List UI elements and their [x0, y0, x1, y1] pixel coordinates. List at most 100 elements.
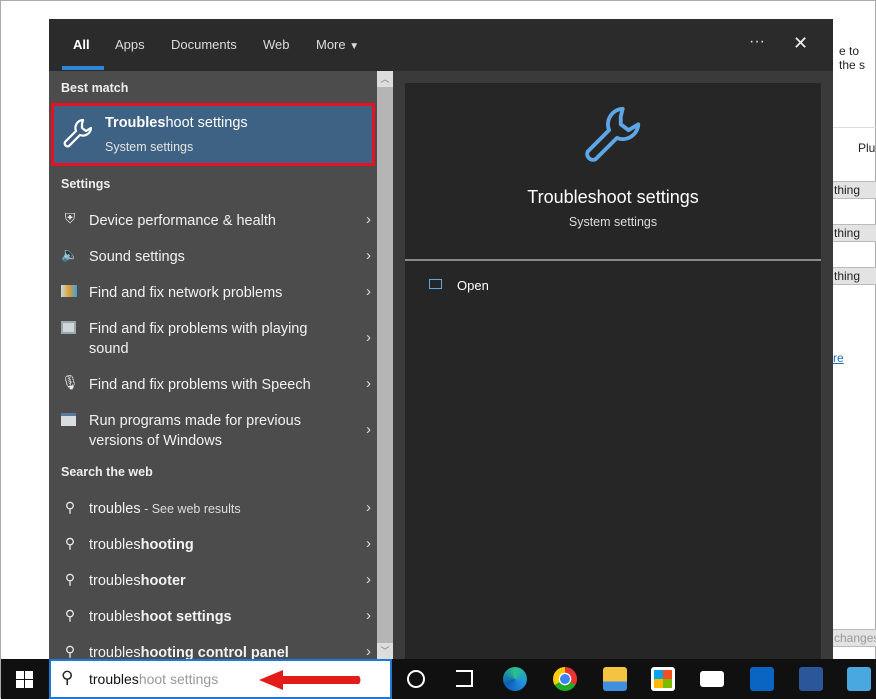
web-suggestion[interactable]: ⚲ troubleshooting control panel ›	[49, 639, 377, 659]
item-label: troubles - See web results	[89, 499, 241, 519]
chevron-right-icon: ›	[366, 283, 371, 300]
best-match-subtitle: System settings	[105, 140, 194, 154]
speaker-icon: 🔈	[61, 246, 79, 262]
background-link[interactable]: re	[833, 351, 844, 365]
search-icon: ⚲	[64, 499, 76, 515]
chevron-right-icon: ›	[366, 535, 371, 552]
web-suggestion[interactable]: ⚲ troubleshoot settings ›	[49, 603, 377, 635]
shield-icon: ⛨	[64, 210, 76, 226]
search-icon: ⚲	[64, 571, 76, 587]
preview-subtitle: System settings	[568, 215, 658, 229]
tab-apps[interactable]: Apps	[115, 37, 145, 52]
settings-item[interactable]: Find and fix problems with playing sound ›	[49, 315, 377, 367]
background-button[interactable]: thing	[827, 224, 876, 242]
web-suggestion[interactable]: ⚲ troubleshooter ›	[49, 567, 377, 599]
search-icon: ⚲	[64, 607, 76, 623]
chevron-right-icon: ›	[366, 247, 371, 264]
preview-title: Troubleshoot settings	[527, 187, 699, 207]
item-label: troubleshooter	[89, 571, 186, 591]
web-suggestion[interactable]: ⚲ troubleshooting ›	[49, 531, 377, 563]
windows-start-icon[interactable]	[16, 671, 33, 688]
best-match-title: Troubleshoot settings	[105, 115, 248, 131]
settings-item[interactable]: ⛨ Device performance & health ›	[49, 207, 377, 239]
search-icon: ⚲	[64, 535, 76, 551]
title-typed: Troubles	[105, 115, 166, 131]
tab-documents[interactable]: Documents	[171, 37, 237, 52]
settings-item[interactable]: 🎙 Find and fix problems with Speech ›	[49, 371, 377, 403]
typed-text: troubles	[89, 501, 141, 517]
preview-pane: Troubleshoot settings System settings Op…	[393, 71, 833, 659]
item-label: Find and fix problems with Speech	[89, 377, 311, 393]
chevron-right-icon: ›	[366, 329, 371, 346]
search-icon: ⚲	[61, 668, 74, 687]
item-label: Find and fix problems with playing sound	[89, 319, 307, 359]
background-button[interactable]: thing	[827, 181, 876, 199]
chevron-right-icon: ›	[366, 571, 371, 588]
tab-all[interactable]: All	[73, 37, 90, 52]
best-match-result[interactable]: Troubleshoot settings System settings	[51, 103, 375, 166]
file-explorer-icon[interactable]	[603, 667, 627, 691]
item-label-line2: versions of Windows	[89, 433, 222, 449]
settings-item[interactable]: Run programs made for previous versions o…	[49, 407, 377, 459]
compatibility-icon	[61, 413, 76, 426]
item-label-line1: Find and fix problems with playing	[89, 321, 308, 337]
background-changes-button[interactable]: changes	[827, 629, 876, 647]
preview-card: Troubleshoot settings System settings Op…	[405, 83, 821, 659]
chevron-right-icon: ›	[366, 643, 371, 659]
scroll-down-icon[interactable]: ﹀	[377, 643, 393, 659]
item-label: troubleshooting	[89, 535, 194, 555]
background-button[interactable]: thing	[827, 267, 876, 285]
word-icon[interactable]	[799, 667, 823, 691]
ellipsis-icon[interactable]: ···	[749, 33, 765, 51]
autocomplete-text: hoot settings	[138, 671, 219, 687]
caret-down-icon: ▼	[349, 41, 360, 52]
settings-heading: Settings	[61, 177, 111, 191]
tab-more-label: More	[316, 37, 346, 52]
best-match-heading: Best match	[61, 81, 129, 95]
item-label-line1: Run programs made for previous	[89, 413, 301, 429]
chevron-right-icon: ›	[366, 211, 371, 228]
outlook-icon[interactable]	[750, 667, 774, 691]
background-text: e to the s	[839, 44, 866, 72]
task-view-icon[interactable]	[456, 670, 473, 687]
typed-text: troubles	[89, 671, 139, 687]
chrome-icon[interactable]	[553, 667, 577, 691]
typed-text: troubles	[89, 573, 141, 589]
completion-text: hooting	[140, 537, 194, 553]
active-tab-indicator	[62, 66, 104, 70]
store-icon[interactable]	[651, 667, 675, 691]
completion-text: hoot settings	[140, 609, 232, 625]
settings-item[interactable]: 🔈 Sound settings ›	[49, 243, 377, 275]
item-label-line2: sound	[89, 341, 129, 357]
settings-item[interactable]: Find and fix network problems ›	[49, 279, 377, 311]
edge-icon[interactable]	[503, 667, 527, 691]
completion-text: hooter	[140, 573, 186, 589]
chevron-right-icon: ›	[366, 421, 371, 438]
typed-text: troubles	[89, 609, 141, 625]
scrollbar[interactable]: ︿ ﹀	[377, 71, 393, 659]
cortana-icon[interactable]	[407, 670, 425, 688]
wrench-icon	[63, 118, 93, 148]
audio-troubleshoot-icon	[61, 321, 76, 334]
tab-web[interactable]: Web	[263, 37, 290, 52]
tab-more[interactable]: More ▼	[316, 37, 359, 52]
chevron-right-icon: ›	[366, 375, 371, 392]
completion-text: hooting control panel	[140, 645, 289, 659]
divider	[405, 259, 821, 261]
red-arrow-annotation	[259, 670, 361, 690]
control-panel-icon[interactable]	[847, 667, 871, 691]
web-suggestion[interactable]: ⚲ troubles - See web results ›	[49, 495, 377, 527]
close-icon[interactable]: ✕	[793, 33, 808, 54]
open-label: Open	[457, 278, 489, 293]
wrench-icon	[585, 106, 641, 162]
open-action[interactable]: Open	[417, 275, 617, 301]
search-input[interactable]: troubleshoot settings	[89, 671, 218, 687]
scroll-up-icon[interactable]: ︿	[377, 71, 393, 87]
search-web-heading: Search the web	[61, 465, 153, 479]
mail-icon[interactable]	[700, 671, 724, 687]
item-label: Sound settings	[89, 249, 185, 265]
typed-text: troubles	[89, 537, 141, 553]
item-label: troubleshooting control panel	[89, 643, 289, 659]
typed-text: troubles	[89, 645, 141, 659]
search-box[interactable]: ⚲ troubleshoot settings	[49, 659, 392, 699]
